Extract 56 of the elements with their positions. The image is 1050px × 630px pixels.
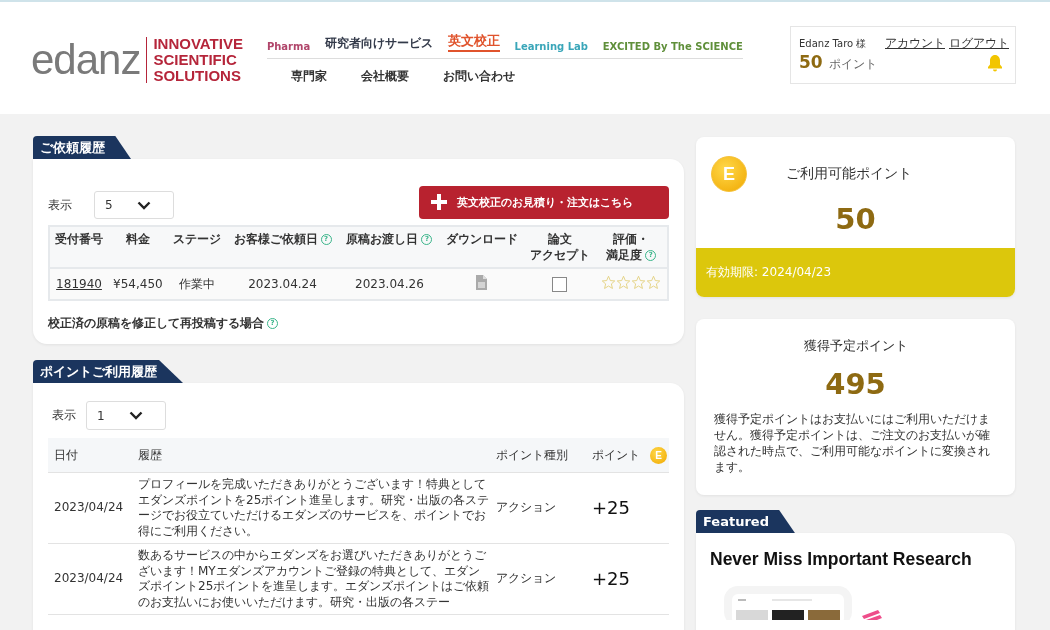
history-text: 数あるサービスの中からエダンズをお選びいただきありがとうございます！MYエダンズアカウントご登録の特典として、エダンズポイント25ポイントを進呈します。エダンズポイントはご依頼のお支払いにお使いいただけます。研究・出版の各ステー [138, 548, 490, 609]
point-type-cell: アクション [496, 500, 556, 515]
column-header: 論文 アクセプト [524, 226, 596, 268]
point-type-cell: アクション [496, 571, 556, 586]
chevron-down-icon[interactable] [129, 411, 143, 420]
nav-link[interactable]: Pharma [266, 41, 311, 52]
points-cell: +25 [592, 571, 630, 587]
column-header: ポイント [592, 446, 640, 464]
page-size-select[interactable]: 5 [94, 191, 174, 219]
points-value: 495 [824, 366, 887, 403]
date-cell: 2023/04/24 [54, 571, 124, 586]
points-cell: +25 [592, 500, 630, 516]
fee-cell: ¥54,450 [113, 277, 163, 291]
resubmit-note: 校正済の原稿を修正して再投稿する場合 [48, 315, 264, 332]
nav-link[interactable]: EXCITED By The SCIENCE [602, 41, 743, 52]
stage-cell: 作業中 [178, 276, 215, 291]
show-label: 表示 [48, 196, 72, 214]
rating-stars[interactable] [601, 275, 662, 290]
column-header: 料金 [108, 226, 168, 268]
nav-link[interactable]: 会社概要 [360, 68, 409, 85]
coin-icon: E [711, 156, 747, 192]
featured-title: Never Miss Important Research [710, 549, 973, 570]
chevron-down-icon[interactable] [137, 200, 151, 210]
show-label: 表示 [52, 407, 76, 424]
column-header: ポイント種別 [496, 447, 568, 462]
logo-wordmark[interactable]: edanz [31, 37, 148, 83]
expiry-bar: 有効期限: 2024/04/23 [696, 248, 1015, 297]
order-button[interactable]: 英文校正のお見積り・注文はこちら [419, 185, 669, 219]
points-value: 50 [799, 52, 823, 72]
nav-link[interactable]: 研究者向けサービス [324, 35, 433, 52]
date-cell: 2023.04.26 [355, 277, 424, 291]
column-header: ステージ [167, 226, 226, 268]
nav-link[interactable]: お問い合わせ [442, 68, 515, 85]
history-text: プロフィールを完成いただきありがとうございます！特典としてエダンズポイントを25ポイント進呈します。研究・出版の各ステージでお役立ていただけるエダンズのサービスを、ポイントでお得にご利用ください。 [138, 477, 490, 538]
points-unit: ポイント [828, 57, 877, 71]
column-header: 履歴 [138, 447, 162, 462]
column-header: ダウンロード [439, 226, 525, 268]
date-cell: 2023/04/24 [54, 500, 124, 515]
nav-link[interactable]: 英文校正 [447, 32, 500, 52]
column-header: 日付 [54, 447, 78, 462]
account-link[interactable]: ログアウト [949, 35, 1009, 52]
card-title: 獲得予定ポイント [802, 337, 909, 355]
points-value: 50 [834, 201, 877, 238]
column-header: 受付番号 [49, 226, 109, 268]
coin-icon: E [650, 446, 667, 464]
plus-icon [431, 194, 447, 210]
page-size-select[interactable]: 1 [86, 401, 166, 430]
account-link[interactable]: アカウント [885, 35, 945, 52]
pending-note: 獲得予定ポイントはお支払いにはご利用いただけません。獲得予定ポイントは、ご注文のお支払いが確認された時点で、ご利用可能なポイントに変換されます。 [714, 411, 991, 475]
user-name: Edanz Taro 様 [799, 36, 867, 51]
document-icon[interactable] [476, 275, 488, 290]
logo-tagline: INNOVATIVE SCIENTIFIC SOLUTIONS [152, 36, 243, 84]
nav-link[interactable]: 専門家 [290, 68, 327, 85]
accept-checkbox[interactable] [552, 276, 568, 292]
date-cell: 2023.04.24 [248, 277, 317, 291]
card-title: ご利用可能ポイント [786, 165, 912, 183]
